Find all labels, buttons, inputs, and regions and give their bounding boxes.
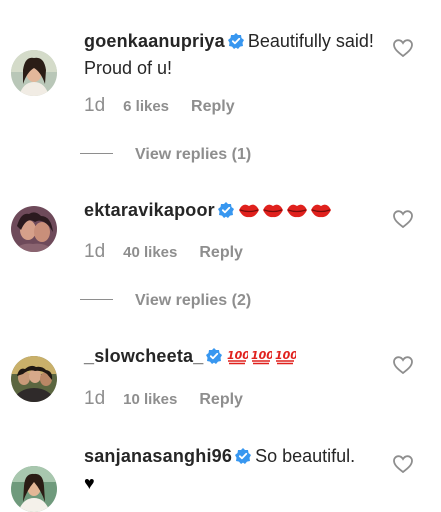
comment-timestamp[interactable]: 1d	[84, 388, 105, 409]
comment-item: ektaravikapoor 1d 40 likes Reply View repl…	[0, 170, 441, 320]
avatar[interactable]	[11, 206, 57, 252]
divider-line	[80, 153, 113, 154]
comment-item: goenkaanupriya Beautifully said! Proud of…	[0, 0, 441, 170]
comment-meta: 1d 10 likes Reply	[84, 388, 243, 410]
svg-text:100: 100	[275, 349, 296, 362]
avatar[interactable]	[11, 50, 57, 96]
hundred-points-emoji: 100	[250, 347, 275, 372]
svg-text:100: 100	[227, 349, 248, 362]
heart-outline-icon[interactable]	[393, 356, 413, 375]
kiss-mark-emoji	[262, 201, 284, 226]
comment-text: So beautiful.	[255, 446, 356, 466]
avatar[interactable]	[11, 356, 57, 402]
kiss-mark-emoji	[310, 201, 332, 226]
comment-item: sanjanasanghi96 So beautiful. ♥	[0, 430, 441, 512]
kiss-emojis	[238, 200, 334, 220]
hundred-points-emoji: 100	[226, 347, 251, 372]
comment-username[interactable]: sanjanasanghi96	[84, 446, 232, 466]
comment-username[interactable]: _slowcheeta_	[84, 346, 203, 366]
comment-meta: 1d 40 likes Reply	[84, 241, 243, 263]
comment-item: _slowcheeta_ 100 100 100 1d 10 likes Reply	[0, 320, 441, 430]
avatar[interactable]	[11, 466, 57, 512]
divider-line	[80, 299, 113, 300]
likes-count[interactable]: 10 likes	[123, 391, 177, 408]
verified-badge-icon	[235, 446, 252, 471]
verified-badge-icon	[227, 31, 244, 56]
view-replies-button[interactable]: View replies (1)	[80, 146, 251, 164]
comment-body: _slowcheeta_ 100 100 100	[84, 344, 374, 372]
verified-badge-icon	[217, 200, 234, 225]
comment-text-heart: ♥	[84, 473, 95, 493]
reply-button[interactable]: Reply	[199, 244, 243, 261]
hundred-emojis: 100 100 100	[226, 346, 299, 366]
comment-timestamp[interactable]: 1d	[84, 241, 105, 262]
view-replies-label: View replies (2)	[135, 292, 252, 309]
view-replies-label: View replies (1)	[135, 146, 252, 163]
heart-outline-icon[interactable]	[393, 39, 413, 58]
comment-timestamp[interactable]: 1d	[84, 95, 105, 116]
comment-body: goenkaanupriya Beautifully said! Proud of…	[84, 29, 374, 81]
kiss-mark-emoji	[238, 201, 260, 226]
hundred-points-emoji: 100	[274, 347, 299, 372]
likes-count[interactable]: 40 likes	[123, 244, 177, 261]
comment-body: sanjanasanghi96 So beautiful. ♥	[84, 444, 374, 496]
reply-button[interactable]: Reply	[199, 391, 243, 408]
heart-outline-icon[interactable]	[393, 455, 413, 474]
view-replies-button[interactable]: View replies (2)	[80, 292, 251, 310]
likes-count[interactable]: 6 likes	[123, 98, 169, 115]
comment-username[interactable]: goenkaanupriya	[84, 31, 225, 51]
kiss-mark-emoji	[286, 201, 308, 226]
comment-body: ektaravikapoor	[84, 198, 374, 226]
comment-username[interactable]: ektaravikapoor	[84, 200, 215, 220]
comment-meta: 1d 6 likes Reply	[84, 95, 235, 117]
heart-outline-icon[interactable]	[393, 210, 413, 229]
svg-text:100: 100	[251, 349, 272, 362]
reply-button[interactable]: Reply	[191, 98, 235, 115]
verified-badge-icon	[206, 346, 223, 371]
